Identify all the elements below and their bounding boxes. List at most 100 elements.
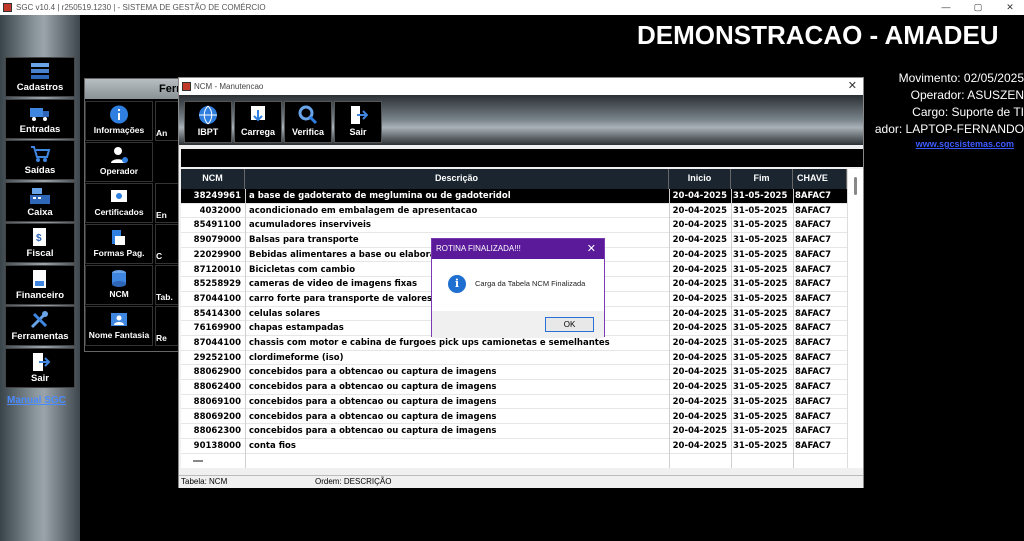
table-row[interactable]: 88062400 concebidos para a obtencao ou ca…	[181, 380, 847, 395]
manual-sgc-link[interactable]: Manual SGC	[7, 395, 66, 406]
cell-chave: 8AFAC7	[795, 396, 832, 407]
sidebar-item-label: Entradas	[19, 124, 61, 135]
app-logo-icon	[182, 82, 191, 91]
cell-chave: 8AFAC7	[795, 220, 832, 231]
cell-descricao: chassis com motor e cabina de furgoes pi…	[249, 338, 610, 348]
sidebar-item-sair[interactable]: Sair	[5, 348, 75, 388]
close-app-button[interactable]: ✕	[996, 0, 1024, 15]
col-descricao[interactable]: Descrição	[245, 169, 669, 189]
table-row[interactable]: 88062300 concebidos para a obtencao ou ca…	[181, 424, 847, 439]
table-row[interactable]: 4032000 acondicionado em embalagem de apr…	[181, 204, 847, 219]
sair-button[interactable]: Sair	[334, 101, 382, 143]
cell-ncm: 38249961	[193, 191, 241, 201]
grid-header: NCM Descrição Inicio Fim CHAVE	[181, 169, 847, 189]
sidebar-item-ferramentas[interactable]: Ferramentas	[5, 306, 75, 346]
database-stack-icon	[31, 63, 49, 79]
database-icon	[112, 270, 126, 287]
dialog-footer: OK	[432, 311, 604, 338]
verifica-button[interactable]: Verifica	[284, 101, 332, 143]
close-ncm-window-button[interactable]: ✕	[848, 78, 857, 95]
cell-chave: 8AFAC7	[795, 249, 832, 260]
cell-fim: 31-05-2025	[733, 249, 788, 260]
ok-button[interactable]: OK	[545, 317, 594, 332]
col-ncm[interactable]: NCM	[181, 169, 245, 189]
user-add-icon	[111, 147, 128, 163]
cell-ncm: 85258929	[193, 279, 241, 290]
cell-fim: 31-05-2025	[733, 323, 788, 334]
minimize-button[interactable]: —	[932, 0, 960, 15]
cell-fim: 31-05-2025	[733, 367, 788, 378]
company-title: DEMONSTRACAO - AMADEU	[637, 20, 999, 50]
operador-info: Operador: ASUSZEN	[910, 88, 1024, 102]
col-fim[interactable]: Fim	[731, 169, 793, 189]
info-icon: i	[448, 275, 466, 293]
maximize-button[interactable]: ▢	[964, 0, 992, 15]
sidebar-item-fiscal[interactable]: $ Fiscal	[5, 223, 75, 263]
sidebar-item-caixa[interactable]: Caixa	[5, 182, 75, 222]
tool-formas-pag[interactable]: Formas Pag.	[85, 224, 153, 264]
tool-nome-fantasia[interactable]: Nome Fantasia	[85, 306, 153, 346]
magnifier-icon	[298, 105, 318, 125]
carrega-button[interactable]: Carrega	[234, 101, 282, 143]
cell-inicio: 20-04-2025	[672, 205, 727, 216]
tool-label: Certificados	[94, 207, 144, 217]
cell-fim: 31-05-2025	[733, 279, 788, 290]
tool-ncm[interactable]: NCM	[85, 265, 153, 305]
cell-ncm: 87044100	[193, 293, 241, 304]
tool-informacoes[interactable]: Informações	[85, 101, 153, 141]
tool-label: Operador	[99, 166, 139, 176]
ncm-search-bar[interactable]	[181, 149, 863, 167]
cell-inicio: 20-04-2025	[672, 249, 727, 260]
sidebar-item-label: Sair	[31, 373, 49, 384]
cell-descricao: concebidos para a obtencao ou captura de…	[249, 411, 497, 422]
ferramentas-title: Ferr	[85, 79, 183, 99]
grid-horizontal-scrollbar[interactable]	[193, 460, 203, 462]
toolbar-label: Verifica	[291, 127, 325, 137]
tool-operador[interactable]: Operador	[85, 142, 153, 182]
dialog-close-button[interactable]: ✕	[587, 239, 596, 259]
cell-ncm: 22029900	[193, 249, 241, 260]
cell-chave: 8AFAC7	[795, 352, 832, 363]
sidebar-item-financeiro[interactable]: Financeiro	[5, 265, 75, 305]
ibpt-button[interactable]: IBPT	[184, 101, 232, 143]
sidebar-item-label: Fiscal	[26, 248, 54, 259]
cell-chave: 8AFAC7	[795, 264, 832, 275]
app-title: SGC v10.4 | r250519.1230 | - SISTEMA DE …	[16, 3, 266, 12]
table-row[interactable]: 38249961 a base de gadoterato de meglumin…	[181, 189, 847, 204]
sidebar-item-label: Financeiro	[15, 290, 65, 301]
cell-fim: 31-05-2025	[733, 396, 788, 407]
table-row[interactable]: 87044100 chassis com motor e cabina de fu…	[181, 336, 847, 351]
table-row[interactable]: 85491100 acumuladores inserviveis 20-04-20…	[181, 218, 847, 234]
dialog-message: Carga da Tabela NCM Finalizada	[475, 279, 586, 288]
cell-ncm: 87044100	[193, 338, 241, 348]
col-chave[interactable]: CHAVE	[793, 169, 847, 189]
table-row[interactable]: 88069200 concebidos para a obtencao ou ca…	[181, 410, 847, 425]
sidebar-item-saidas[interactable]: Saídas	[5, 140, 75, 180]
scroll-thumb[interactable]	[854, 177, 857, 195]
table-row[interactable]: 29252100 clordimeforme (iso) 20-04-2025 31-…	[181, 351, 847, 366]
finance-document-icon	[33, 270, 46, 288]
cell-descricao: a base de gadoterato de meglumina ou de …	[249, 191, 511, 201]
cell-fim: 31-05-2025	[733, 352, 788, 363]
cell-fim: 31-05-2025	[733, 338, 788, 348]
table-row[interactable]: 90138000 conta fios 20-04-2025 31-05-2025 8A…	[181, 439, 847, 454]
cell-inicio: 20-04-2025	[672, 338, 727, 348]
cell-ncm: 87120010	[193, 264, 241, 275]
sidebar-item-cadastros[interactable]: Cadastros	[5, 57, 75, 97]
cell-inicio: 20-04-2025	[672, 440, 727, 451]
tool-certificados[interactable]: Certificados	[85, 183, 153, 223]
sidebar-item-entradas[interactable]: Entradas	[5, 99, 75, 139]
table-row[interactable]: 88069100 concebidos para a obtencao ou ca…	[181, 395, 847, 410]
status-order: Ordem: DESCRIÇÃO	[315, 477, 392, 486]
site-link[interactable]: www.sgcsistemas.com	[916, 139, 1014, 149]
table-row[interactable]: 88062900 concebidos para a obtencao ou ca…	[181, 365, 847, 381]
cell-descricao: conta fios	[249, 440, 296, 451]
cell-ncm: 85414300	[193, 308, 241, 319]
cell-chave: 8AFAC7	[795, 382, 832, 393]
grid-divider	[731, 189, 732, 468]
grid-vertical-scrollbar[interactable]	[847, 169, 863, 468]
col-inicio[interactable]: Inicio	[669, 169, 731, 189]
cell-inicio: 20-04-2025	[672, 352, 727, 363]
cell-fim: 31-05-2025	[733, 426, 788, 437]
cell-ncm: 89079000	[193, 235, 241, 246]
